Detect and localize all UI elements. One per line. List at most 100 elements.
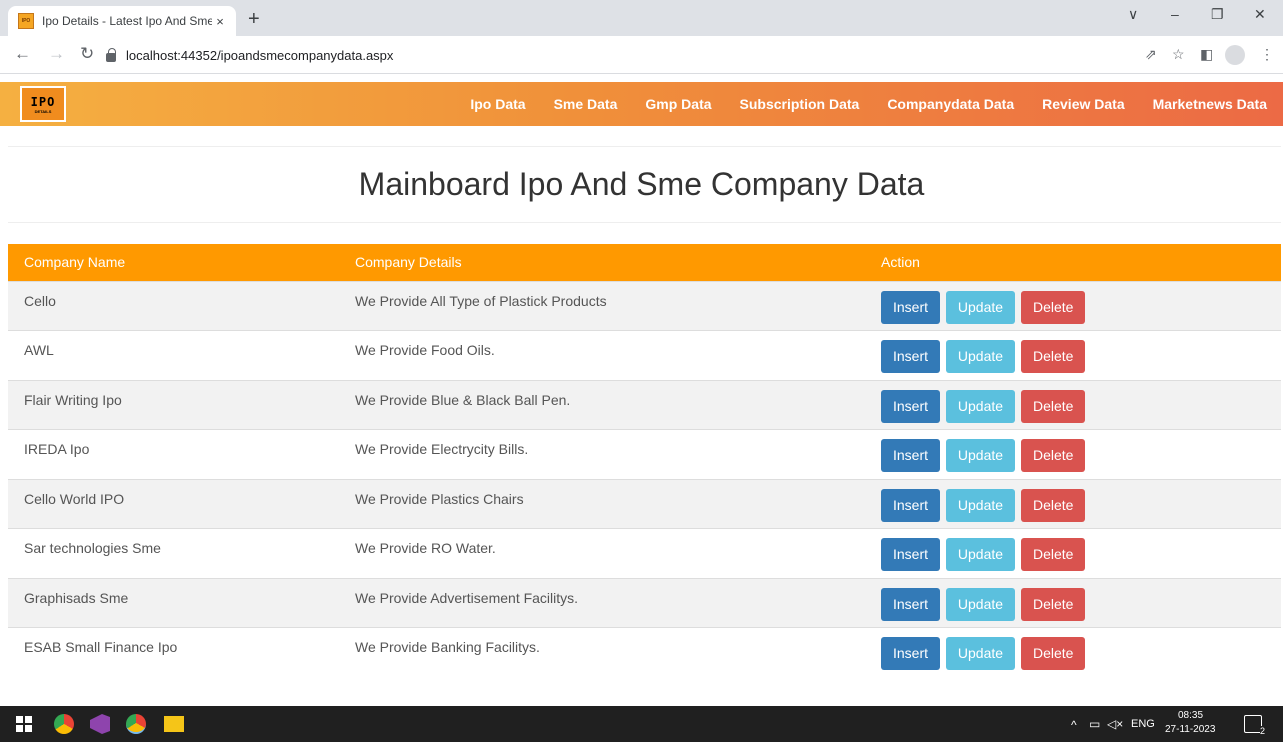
profile-avatar-icon[interactable] <box>1225 45 1245 65</box>
notification-count: 2 <box>1259 726 1265 736</box>
update-button[interactable]: Update <box>945 538 1016 571</box>
close-window-button[interactable]: ✕ <box>1254 6 1266 23</box>
action-cell: Insert Update Delete <box>865 528 1281 578</box>
share-icon[interactable]: ⇗ <box>1145 46 1157 63</box>
insert-button[interactable]: Insert <box>881 637 941 670</box>
visual-studio-icon[interactable] <box>90 714 110 734</box>
update-button[interactable]: Update <box>945 290 1016 324</box>
chrome-active-icon[interactable] <box>126 714 146 734</box>
tab-search-icon[interactable]: ∨ <box>1128 6 1138 23</box>
action-cell: Insert Update Delete <box>865 379 1281 430</box>
company-name-cell: Flair Writing Ipo <box>8 379 339 430</box>
nav-subscription-data[interactable]: Subscription Data <box>740 96 860 112</box>
delete-button[interactable]: Delete <box>1020 488 1086 522</box>
reload-icon[interactable]: ↻ <box>80 44 94 64</box>
company-details-cell: We Provide Advertisement Facilitys. <box>339 577 865 628</box>
forward-icon[interactable]: → <box>48 44 65 64</box>
browser-tab-strip: IPO Ipo Details - Latest Ipo And Sme × +… <box>0 0 1283 36</box>
lock-icon <box>106 47 116 62</box>
update-button[interactable]: Update <box>945 637 1016 670</box>
insert-button[interactable]: Insert <box>881 340 941 373</box>
insert-button[interactable]: Insert <box>881 290 941 324</box>
volume-icon[interactable]: ◁× <box>1107 717 1123 731</box>
restore-button[interactable]: ❐ <box>1211 6 1224 23</box>
logo-subtext: DETAILS <box>34 108 52 114</box>
update-button[interactable]: Update <box>945 488 1016 522</box>
update-button[interactable]: Update <box>945 340 1016 373</box>
tray-chevron-icon[interactable]: ^ <box>1071 718 1077 732</box>
table-row: Flair Writing Ipo We Provide Blue & Blac… <box>8 379 1281 430</box>
table-row: AWL We Provide Food Oils. Insert Update … <box>8 330 1281 380</box>
nav-companydata-data[interactable]: Companydata Data <box>887 96 1014 112</box>
clock-date[interactable]: 27-11-2023 <box>1165 724 1215 735</box>
update-button[interactable]: Update <box>945 587 1016 621</box>
company-details-cell: We Provide Plastics Chairs <box>339 478 865 529</box>
insert-button[interactable]: Insert <box>881 389 941 423</box>
company-name-cell: IREDA Ipo <box>8 429 339 479</box>
nav-marketnews-data[interactable]: Marketnews Data <box>1153 96 1267 112</box>
windows-taskbar: ^ ▭ ◁× ENG 08:35 27-11-2023 2 <box>0 706 1283 742</box>
language-indicator[interactable]: ENG <box>1131 718 1155 730</box>
header-company-details: Company Details <box>339 244 865 281</box>
delete-button[interactable]: Delete <box>1020 538 1086 571</box>
table-row: Graphisads Sme We Provide Advertisement … <box>8 577 1281 628</box>
page-title: Mainboard Ipo And Sme Company Data <box>358 166 925 202</box>
table-row: IREDA Ipo We Provide Electrycity Bills. … <box>8 429 1281 479</box>
notification-icon[interactable]: 2 <box>1244 715 1265 736</box>
company-details-cell: We Provide RO Water. <box>339 528 865 578</box>
tab-title: Ipo Details - Latest Ipo And Sme <box>42 14 212 28</box>
action-cell: Insert Update Delete <box>865 627 1281 677</box>
action-cell: Insert Update Delete <box>865 280 1281 331</box>
nav-review-data[interactable]: Review Data <box>1042 96 1124 112</box>
delete-button[interactable]: Delete <box>1020 637 1086 670</box>
back-icon[interactable]: ← <box>14 44 31 64</box>
update-button[interactable]: Update <box>945 439 1016 472</box>
delete-button[interactable]: Delete <box>1020 340 1086 373</box>
insert-button[interactable]: Insert <box>881 587 941 621</box>
insert-button[interactable]: Insert <box>881 538 941 571</box>
new-tab-button[interactable]: + <box>248 8 260 31</box>
insert-button[interactable]: Insert <box>881 439 941 472</box>
action-cell: Insert Update Delete <box>865 429 1281 479</box>
network-icon[interactable]: ▭ <box>1089 717 1100 731</box>
delete-button[interactable]: Delete <box>1020 439 1086 472</box>
action-cell: Insert Update Delete <box>865 478 1281 529</box>
file-explorer-icon[interactable] <box>164 716 184 732</box>
header-company-name: Company Name <box>8 244 339 281</box>
clock-time[interactable]: 08:35 <box>1178 710 1203 721</box>
address-bar[interactable]: localhost:44352/ipoandsmecompanydata.asp… <box>106 41 1116 69</box>
company-name-cell: ESAB Small Finance Ipo <box>8 627 339 677</box>
tab-close-icon[interactable]: × <box>212 14 228 29</box>
action-cell: Insert Update Delete <box>865 330 1281 380</box>
site-favicon-icon: IPO <box>18 13 34 29</box>
browser-tab[interactable]: IPO Ipo Details - Latest Ipo And Sme × <box>8 6 236 36</box>
windows-start-icon[interactable] <box>16 716 32 732</box>
nav-ipo-data[interactable]: Ipo Data <box>470 96 525 112</box>
minimize-button[interactable]: – <box>1171 6 1179 22</box>
menu-kebab-icon[interactable]: ⋮ <box>1260 46 1274 63</box>
nav-gmp-data[interactable]: Gmp Data <box>645 96 711 112</box>
company-name-cell: Cello World IPO <box>8 478 339 529</box>
table-header-row: Company Name Company Details Action <box>8 244 1281 281</box>
update-button[interactable]: Update <box>945 389 1016 423</box>
company-details-cell: We Provide Banking Facilitys. <box>339 627 865 677</box>
company-details-cell: We Provide Electrycity Bills. <box>339 429 865 479</box>
delete-button[interactable]: Delete <box>1020 587 1086 621</box>
company-details-cell: We Provide Food Oils. <box>339 330 865 380</box>
company-name-cell: Sar technologies Sme <box>8 528 339 578</box>
company-data-table: Company Name Company Details Action Cell… <box>8 244 1281 677</box>
company-details-cell: We Provide All Type of Plastick Products <box>339 280 865 331</box>
bookmark-star-icon[interactable]: ☆ <box>1172 46 1185 63</box>
site-logo[interactable]: IPO DETAILS <box>20 86 66 122</box>
insert-button[interactable]: Insert <box>881 488 941 522</box>
browser-toolbar: ← → ↻ localhost:44352/ipoandsmecompanyda… <box>0 36 1283 74</box>
delete-button[interactable]: Delete <box>1020 290 1086 324</box>
url-text: localhost:44352/ipoandsmecompanydata.asp… <box>126 47 394 63</box>
delete-button[interactable]: Delete <box>1020 389 1086 423</box>
nav-sme-data[interactable]: Sme Data <box>554 96 618 112</box>
header-action: Action <box>865 244 1281 281</box>
company-name-cell: Graphisads Sme <box>8 577 339 628</box>
side-panel-icon[interactable]: ◧ <box>1200 46 1213 63</box>
company-name-cell: Cello <box>8 280 339 331</box>
chrome-icon[interactable] <box>54 714 74 734</box>
